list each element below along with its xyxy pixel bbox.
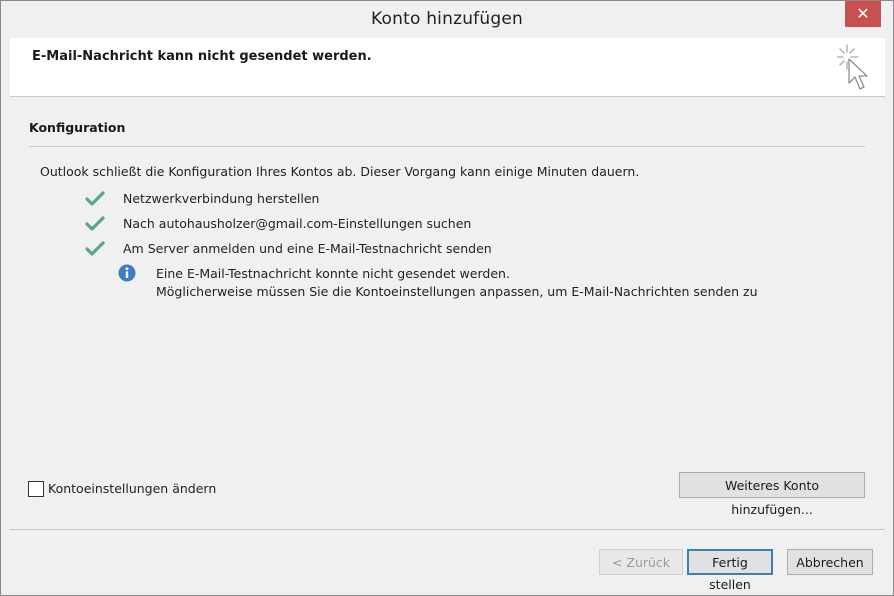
step-label: Netzwerkverbindung herstellen [123,191,320,206]
finish-button[interactable]: Fertig stellen [687,549,773,592]
step-label: Am Server anmelden und eine E-Mail-Testn… [123,241,492,256]
close-icon: ✕ [856,4,870,23]
info-line-1: Eine E-Mail-Testnachricht konnte nicht g… [156,266,510,281]
add-another-account-button[interactable]: Weiteres Konto hinzufügen... [679,472,865,517]
header-message: E-Mail-Nachricht kann nicht gesendet wer… [32,49,372,64]
window-title: Konto hinzufügen [371,9,523,29]
title-bar: Konto hinzufügen ✕ [1,1,893,37]
info-icon [118,264,136,282]
change-settings-label[interactable]: Kontoeinstellungen ändern [48,481,216,496]
wizard-cursor-icon [837,44,868,90]
add-account-dialog: Konto hinzufügen ✕ E-Mail-Nachricht kann… [0,0,894,596]
cancel-button[interactable]: Abbrechen [787,549,873,575]
info-text: Eine E-Mail-Testnachricht konnte nicht g… [156,265,758,301]
section-divider [29,146,865,147]
check-icon [85,241,105,256]
back-button[interactable]: < Zurück [599,549,683,575]
close-button[interactable]: ✕ [845,1,881,27]
step-label: Nach autohausholzer@gmail.com-Einstellun… [123,216,472,231]
section-title: Konfiguration [29,120,126,135]
wizard-content: Konfiguration Outlook schließt die Konfi… [10,97,885,529]
footer-divider [10,529,885,530]
check-icon [85,216,105,231]
intro-text: Outlook schließt die Konfiguration Ihres… [40,164,640,179]
info-line-2: Möglicherweise müssen Sie die Kontoeinst… [156,284,758,299]
wizard-header: E-Mail-Nachricht kann nicht gesendet wer… [10,38,885,97]
check-icon [85,191,105,206]
change-settings-checkbox[interactable] [28,481,44,497]
